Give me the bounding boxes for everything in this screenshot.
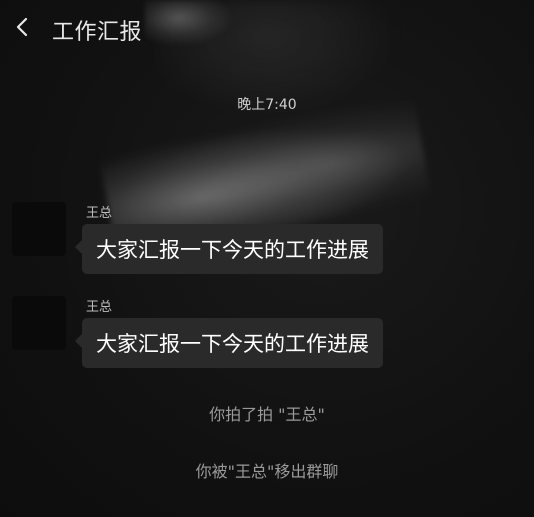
sender-name: 王总 bbox=[86, 206, 113, 221]
message-row: 王总 大家汇报一下今天的工作进展 bbox=[12, 202, 522, 278]
message-bubble[interactable]: 大家汇报一下今天的工作进展 bbox=[75, 318, 383, 368]
avatar[interactable] bbox=[12, 296, 66, 350]
sender-name: 王总 bbox=[86, 300, 113, 315]
message-timestamp: 晚上7:40 bbox=[237, 97, 297, 113]
chevron-left-icon[interactable] bbox=[12, 16, 34, 38]
chat-screen: 工作汇报 晚上7:40 王总 大家汇报一下今天的工作进展 王总 大家汇报一下今天… bbox=[0, 0, 534, 517]
message-bubble[interactable]: 大家汇报一下今天的工作进展 bbox=[75, 224, 383, 274]
system-message-pat: 你拍了拍 "王总" bbox=[209, 405, 325, 424]
chat-header: 工作汇报 bbox=[0, 0, 534, 60]
system-message-removed: 你被"王总"移出群聊 bbox=[195, 462, 339, 481]
avatar[interactable] bbox=[12, 202, 66, 256]
chat-title: 工作汇报 bbox=[52, 20, 143, 45]
message-row: 王总 大家汇报一下今天的工作进展 bbox=[12, 296, 522, 372]
